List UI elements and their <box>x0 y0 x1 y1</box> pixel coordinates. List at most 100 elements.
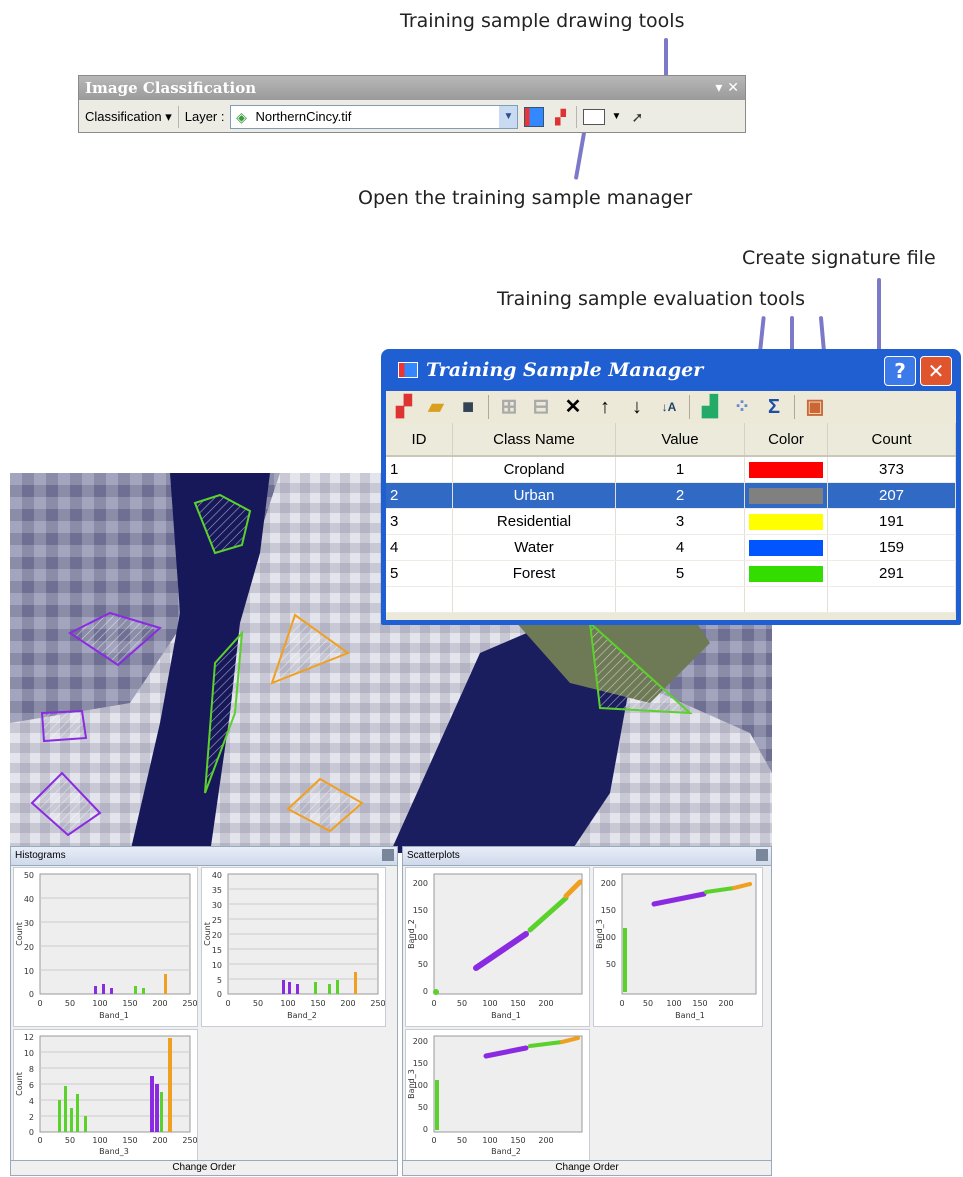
y-axis-label: Band_2 <box>407 919 416 949</box>
chevron-down-icon[interactable]: ▼ <box>499 105 518 128</box>
color-swatch <box>749 540 823 557</box>
classify-icon[interactable]: ▞ <box>550 107 570 127</box>
y-tick: 0 <box>217 990 222 999</box>
table-row[interactable]: 3 Residential 3 191 <box>386 508 956 535</box>
close-button[interactable]: ✕ <box>920 356 952 386</box>
y-tick: 12 <box>24 1033 34 1042</box>
x-axis-label: Band_1 <box>99 1011 129 1020</box>
scatterplots-change-order-button[interactable]: Change Order <box>403 1160 771 1175</box>
x-tick: 100 <box>280 999 295 1008</box>
annotation-open-manager: Open the training sample manager <box>358 187 693 209</box>
column-header-class-name[interactable]: Class Name <box>452 423 616 457</box>
table-row-empty <box>386 586 956 613</box>
column-header-id[interactable]: ID <box>386 423 453 457</box>
training-sample-manager-icon[interactable] <box>524 106 545 127</box>
histograms-title: Histograms <box>11 847 397 866</box>
merge-icon[interactable]: ▞ <box>392 395 416 419</box>
table-row[interactable]: 4 Water 4 159 <box>386 534 956 561</box>
x-tick: 0 <box>37 1136 42 1145</box>
column-header-color[interactable]: Color <box>744 423 828 457</box>
draw-polygon-icon[interactable] <box>583 108 606 125</box>
separator <box>488 395 489 419</box>
close-icon[interactable] <box>756 849 768 861</box>
table-row-selected[interactable]: 2 Urban 2 207 <box>386 482 956 509</box>
y-tick: 50 <box>418 960 428 969</box>
y-tick: 10 <box>24 1049 34 1058</box>
toolbar-window-controls[interactable]: ▾ ✕ <box>715 76 739 100</box>
layer-dropdown[interactable]: ◈ NorthernCincy.tif ▼ <box>230 104 519 129</box>
histograms-change-order-button[interactable]: Change Order <box>11 1160 397 1175</box>
x-tick: 150 <box>122 1136 137 1145</box>
x-tick: 50 <box>65 1136 75 1145</box>
manager-titlebar[interactable]: Training Sample Manager ? ✕ <box>386 349 956 391</box>
scatterplot-icon[interactable]: ⁘ <box>730 395 754 419</box>
x-tick: 50 <box>65 999 75 1008</box>
separator <box>177 105 179 128</box>
row-color[interactable] <box>744 456 828 483</box>
y-tick: 15 <box>212 946 222 955</box>
open-folder-icon[interactable]: ▰ <box>424 395 448 419</box>
y-tick: 150 <box>413 1059 428 1068</box>
chevron-down-icon[interactable]: ▼ <box>611 111 621 122</box>
row-color[interactable] <box>744 534 828 561</box>
column-header-count[interactable]: Count <box>827 423 956 457</box>
y-axis-label: Count <box>15 922 24 946</box>
toolbar-title: Image Classification <box>85 79 257 97</box>
classification-menu[interactable]: Classification ▾ <box>85 109 172 125</box>
save-icon[interactable]: ■ <box>456 395 480 419</box>
row-value: 1 <box>615 456 745 483</box>
y-axis-label: Band_3 <box>595 919 604 949</box>
create-signature-file-icon[interactable]: ▣ <box>803 395 827 419</box>
row-id: 1 <box>386 456 453 483</box>
delete-icon[interactable]: ✕ <box>561 395 585 419</box>
y-tick: 5 <box>217 976 222 985</box>
scatterplot-band2-band3: 200 150 100 50 0 0 50 100 150 200 Band_2… <box>405 1029 590 1161</box>
x-tick: 0 <box>619 999 624 1008</box>
x-tick: 50 <box>253 999 263 1008</box>
manager-window-icon <box>398 362 418 378</box>
color-swatch <box>749 462 823 479</box>
x-tick: 100 <box>92 1136 107 1145</box>
table-header-row: ID Class Name Value Color Count <box>386 423 956 457</box>
x-tick: 250 <box>182 999 197 1008</box>
table-row[interactable]: 5 Forest 5 291 <box>386 560 956 587</box>
row-color[interactable] <box>744 482 828 509</box>
annotation-drawing-tools: Training sample drawing tools <box>400 10 685 32</box>
y-tick: 10 <box>24 967 34 976</box>
y-tick: 0 <box>29 990 34 999</box>
y-tick: 0 <box>423 987 428 996</box>
separator <box>794 395 795 419</box>
merge-classes-icon[interactable]: ⊞ <box>497 395 521 419</box>
column-header-value[interactable]: Value <box>615 423 745 457</box>
y-tick: 200 <box>601 879 616 888</box>
sort-icon[interactable]: ↓A <box>657 395 681 419</box>
x-tick: 50 <box>643 999 653 1008</box>
row-id: 3 <box>386 508 453 535</box>
x-tick: 150 <box>510 999 525 1008</box>
select-pointer-icon[interactable]: ➚ <box>627 107 647 127</box>
row-color[interactable] <box>744 508 828 535</box>
scatterplot-band1-band2: 200 150 100 50 0 0 50 100 150 200 Band_1… <box>405 867 590 1027</box>
row-count: 207 <box>827 482 956 509</box>
statistics-icon[interactable]: Σ <box>762 395 786 419</box>
toolbar-titlebar[interactable]: Image Classification ▾ ✕ <box>79 76 745 100</box>
help-button[interactable]: ? <box>884 356 916 386</box>
histogram-band-2: 40 35 30 25 20 15 10 5 0 0 50 100 150 20… <box>201 867 386 1027</box>
y-tick: 20 <box>212 931 222 940</box>
arrow-down-icon[interactable]: ↓ <box>625 395 649 419</box>
x-tick: 150 <box>310 999 325 1008</box>
x-tick: 0 <box>431 999 436 1008</box>
table-row[interactable]: 1 Cropland 1 373 <box>386 456 956 483</box>
x-tick: 200 <box>538 1136 553 1145</box>
split-class-icon[interactable]: ⊟ <box>529 395 553 419</box>
y-tick: 50 <box>24 871 34 880</box>
row-count: 373 <box>827 456 956 483</box>
y-tick: 20 <box>24 943 34 952</box>
row-color[interactable] <box>744 560 828 587</box>
arrow-up-icon[interactable]: ↑ <box>593 395 617 419</box>
histogram-icon[interactable]: ▟ <box>698 395 722 419</box>
close-icon[interactable] <box>382 849 394 861</box>
x-tick: 200 <box>340 999 355 1008</box>
row-class-name: Water <box>452 534 616 561</box>
y-tick: 200 <box>413 879 428 888</box>
